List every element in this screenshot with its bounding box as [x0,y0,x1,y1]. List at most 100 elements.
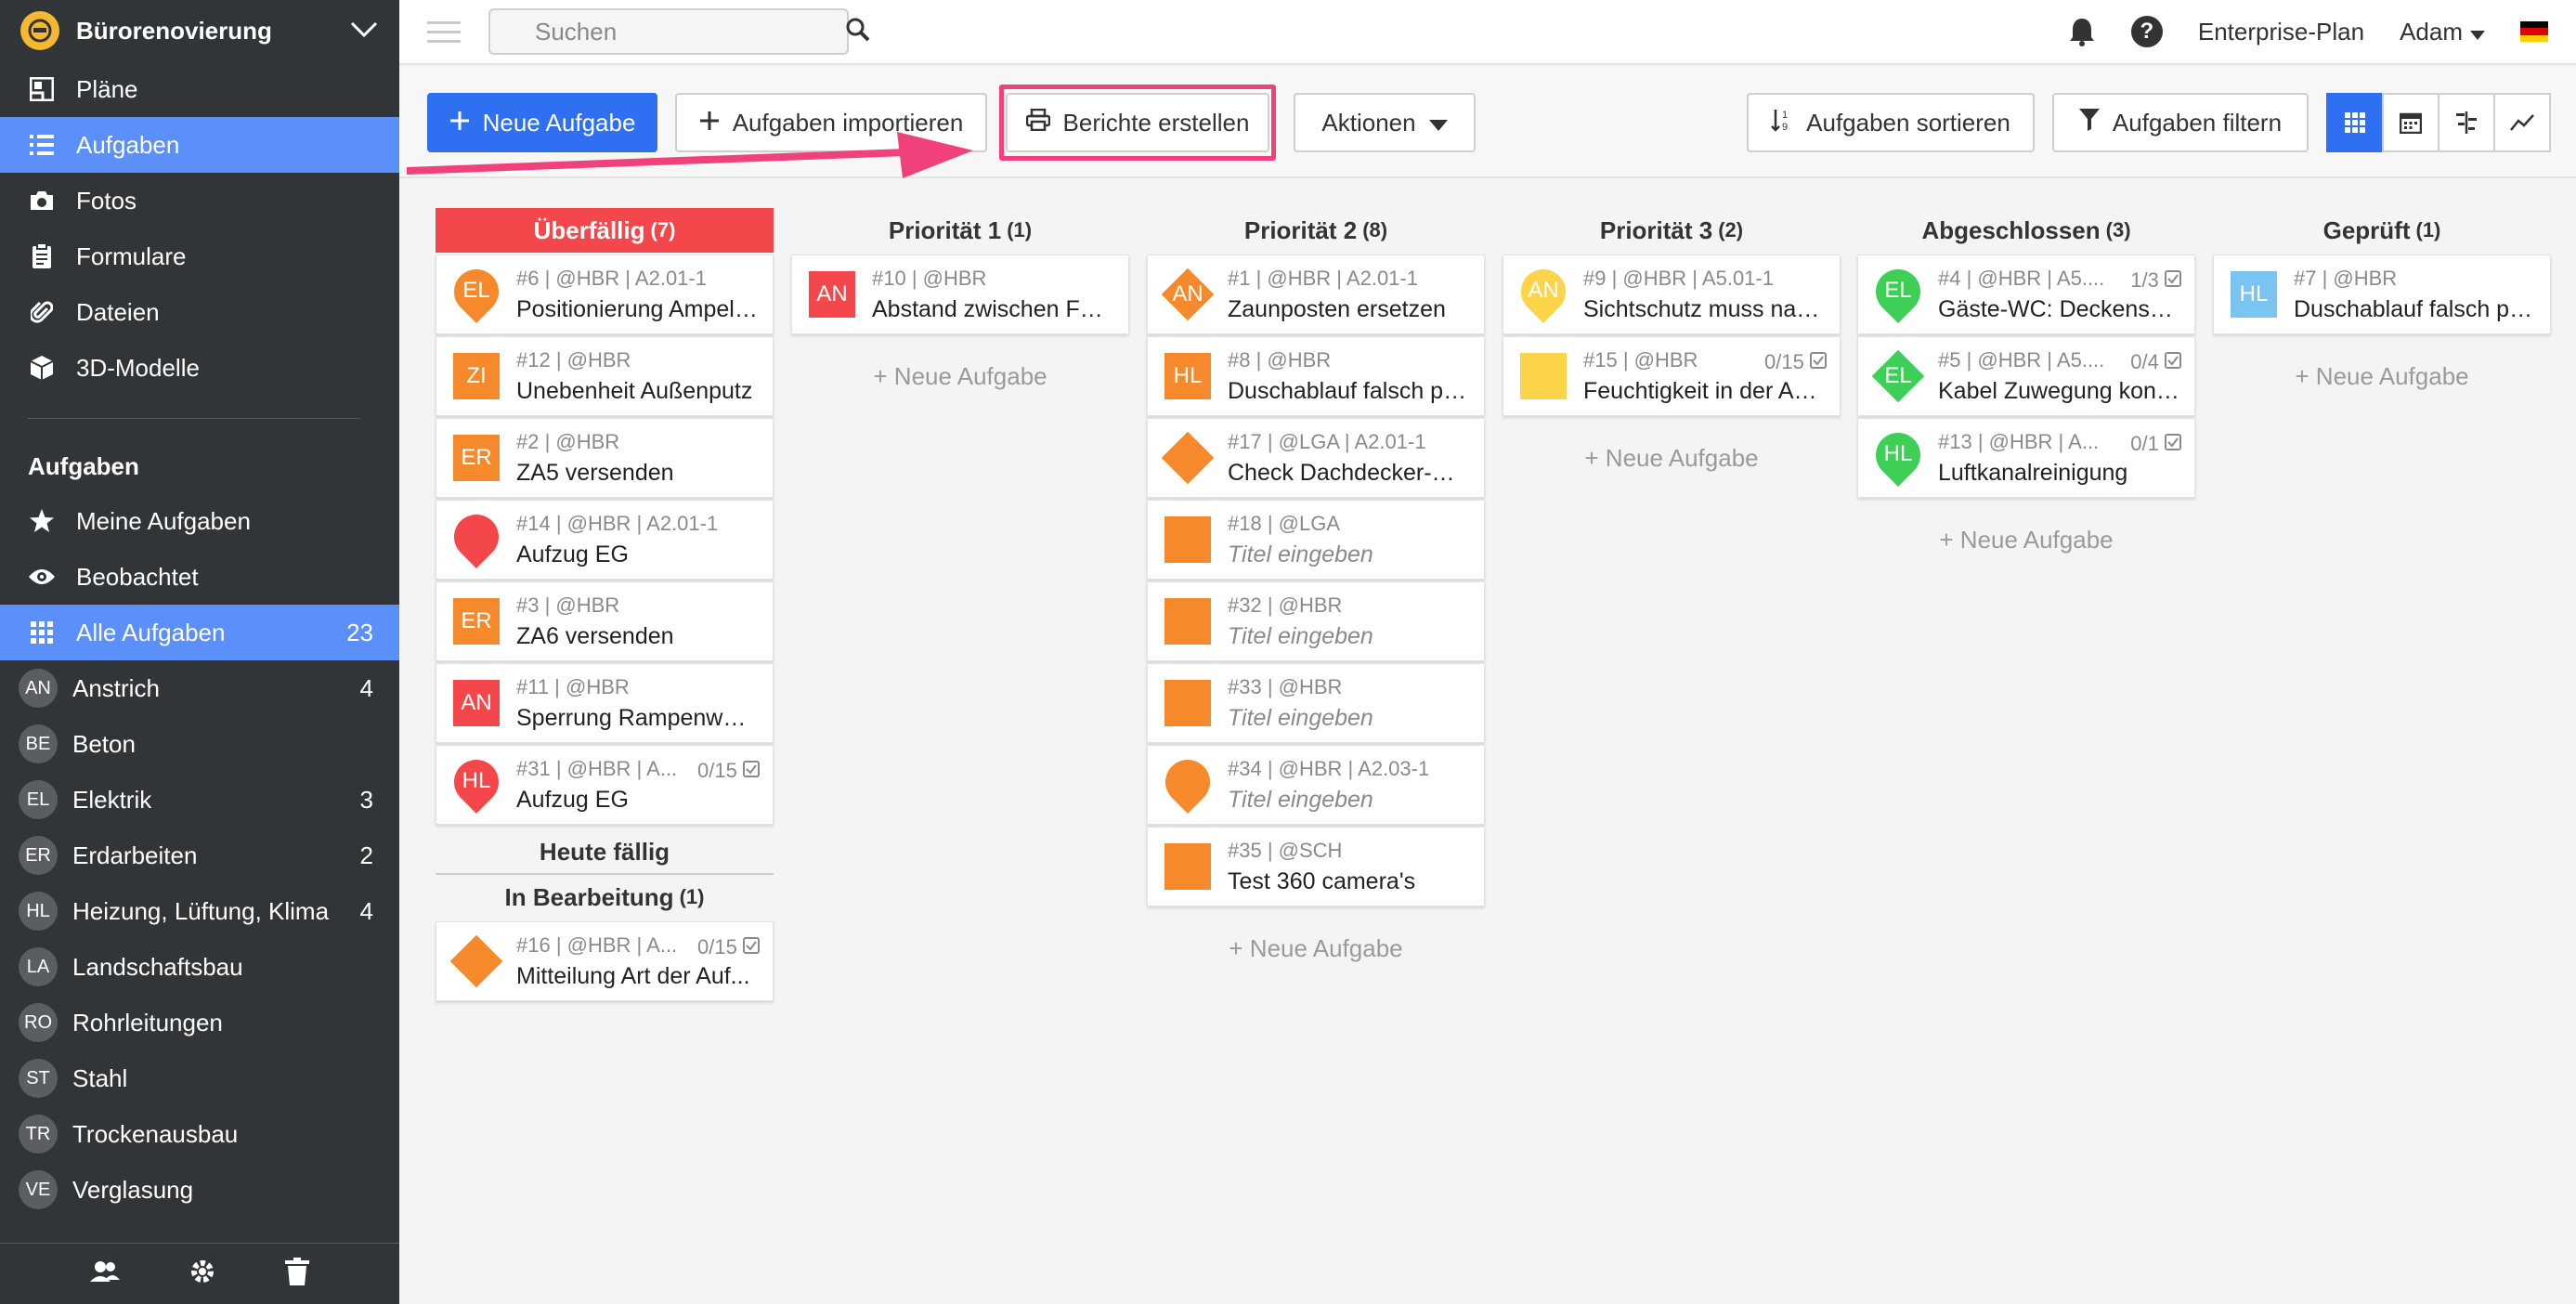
view-switcher [2326,93,2551,152]
sidebar-item-fotos[interactable]: Fotos [0,173,399,228]
task-card[interactable]: AN #1 | @HBR | A2.01-1 Zaunposten ersetzen [1147,254,1485,334]
task-card[interactable]: #17 | @LGA | A2.01-1 Check Dachdecker-Ar.… [1147,418,1485,498]
column-count: (1) [679,885,705,908]
task-card[interactable]: AN #9 | @HBR | A5.01-1 Sichtschutz muss na… [1503,254,1841,334]
task-title: Aufzug EG [516,541,629,567]
sidebar-item-label: Pläne [76,74,138,103]
task-card[interactable]: HL #8 | @HBR Duschablauf falsch pos... [1147,336,1485,416]
add-task-link[interactable]: + Neue Aufgabe [791,362,1129,391]
task-card[interactable]: #14 | @HBR | A2.01-1 Aufzug EG [436,500,774,580]
menu-icon[interactable] [427,15,461,49]
sidebar-item-verglasung[interactable]: VE Verglasung [0,1162,399,1218]
trade-abbr: HL [1173,363,1203,388]
sidebar-item-heizung-luftung-klima[interactable]: HL Heizung, Lüftung, Klima 4 [0,883,399,939]
filter-tasks-button[interactable]: Aufgaben filtern [2052,93,2309,152]
sidebar-item-3d-modelle[interactable]: 3D-Modelle [0,340,399,396]
add-task-link[interactable]: + Neue Aufgabe [1503,444,1841,473]
sidebar-item-anstrich[interactable]: AN Anstrich 4 [0,660,399,716]
sidebar-item-aufgaben[interactable]: Aufgaben [0,117,399,173]
task-card[interactable]: EL #4 | @HBR | A5.... Gäste-WC: Deckenspo.… [1857,254,2195,334]
caret-down-icon [1428,109,1448,137]
gear-icon[interactable] [189,1258,216,1290]
column-title: Priorität 1 [888,215,1002,244]
sidebar-item-beobachtet[interactable]: Beobachtet [0,549,399,605]
users-icon[interactable] [90,1259,120,1288]
bell-icon[interactable] [2068,17,2096,46]
sidebar-footer [0,1243,399,1304]
add-task-link[interactable]: + Neue Aufgabe [1857,526,2195,554]
task-card[interactable]: AN #11 | @HBR Sperrung Rampenwan... [436,663,774,743]
task-title: Titel eingeben [1228,704,1373,731]
task-card[interactable]: ZI #12 | @HBR Unebenheit Außenputz [436,336,774,416]
calendar-view-icon[interactable] [2382,93,2439,152]
sidebar-item-alle-aufgaben[interactable]: Alle Aufgaben 23 [0,605,399,660]
task-card[interactable]: EL #6 | @HBR | A2.01-1 Positionierung Ampe… [436,254,774,334]
task-marker-square-icon [1163,596,1213,646]
language-flag-icon[interactable] [2520,21,2548,42]
plan-link[interactable]: Enterprise-Plan [2198,18,2364,46]
task-marker-pin-icon: EL [445,260,508,323]
sidebar-item-landschaftsbau[interactable]: LA Landschaftsbau [0,939,399,995]
chart-view-icon[interactable] [2493,93,2551,152]
sidebar-item-beton[interactable]: BE Beton [0,716,399,772]
user-menu[interactable]: Adam [2400,18,2485,46]
sidebar-item-rohrleitungen[interactable]: RO Rohrleitungen [0,995,399,1050]
sidebar-item-erdarbeiten[interactable]: ER Erdarbeiten 2 [0,828,399,883]
trade-abbr: HL [462,768,491,793]
sort-tasks-button[interactable]: 19 Aufgaben sortieren [1747,93,2035,152]
task-title: Test 360 camera's [1228,867,1416,894]
sidebar-item-formulare[interactable]: Formulare [0,228,399,284]
sidebar-item-plane[interactable]: Pläne [0,61,399,117]
task-marker-square-icon [1163,841,1213,892]
task-title: Feuchtigkeit in der Auf... [1583,377,1825,404]
sidebar-item-label: Anstrich [72,673,160,702]
sort-tasks-label: Aufgaben sortieren [1806,108,2010,137]
sidebar-item-meine-aufgaben[interactable]: Meine Aufgaben [0,493,399,549]
task-title: Aufzug EG [516,786,629,813]
search-icon[interactable] [846,18,870,46]
task-card[interactable]: #32 | @HBR Titel eingeben [1147,581,1485,661]
task-card[interactable]: #34 | @HBR | A2.03-1 Titel eingeben [1147,745,1485,825]
task-card[interactable]: #35 | @SCH Test 360 camera's [1147,827,1485,906]
column-title: Abgeschlossen [1921,215,2101,244]
task-card[interactable]: HL #31 | @HBR | A... Aufzug EG 0/15 [436,745,774,825]
help-icon[interactable]: ? [2130,16,2163,47]
board-view-icon[interactable] [2326,93,2384,152]
task-marker-pin-icon: HL [445,750,508,814]
trash-icon[interactable] [285,1258,309,1290]
task-marker-diamond-icon: EL [1871,349,1925,403]
task-card[interactable]: #15 | @HBR Feuchtigkeit in der Auf... 0/15 [1503,336,1841,416]
task-marker-pin-icon [445,505,508,568]
add-task-link[interactable]: + Neue Aufgabe [2213,362,2551,391]
sidebar-item-stahl[interactable]: ST Stahl [0,1050,399,1106]
task-card[interactable]: #18 | @LGA Titel eingeben [1147,500,1485,580]
task-meta: #8 | @HBR [1228,347,1332,372]
task-card[interactable]: EL #5 | @HBR | A5.... Kabel Zuwegung kontr… [1857,336,2195,416]
cube-icon [26,355,58,381]
item-count: 4 [359,896,373,925]
column-prioritat-1: Priorität 1 (1) AN #10 | @HBR Abstand zwisch… [791,208,1129,391]
item-count: 2 [359,841,373,869]
task-title: ZA5 versenden [516,459,674,486]
search-input[interactable] [535,17,846,46]
task-card[interactable]: #16 | @HBR | A... Mitteilung Art der Auf.… [436,921,774,1001]
create-reports-button[interactable]: Berichte erstellen [1006,93,1269,152]
actions-dropdown[interactable]: Aktionen [1294,93,1476,152]
project-switcher[interactable]: Bürorenovierung [0,0,399,61]
task-card[interactable]: #33 | @HBR Titel eingeben [1147,663,1485,743]
task-card[interactable]: HL #7 | @HBR Duschablauf falsch pos... [2213,254,2551,334]
column-count: (1) [1007,218,1033,241]
task-meta: #11 | @HBR [516,674,630,698]
grid-icon [26,621,58,644]
sidebar-item-trockenausbau[interactable]: TR Trockenausbau [0,1106,399,1162]
task-card[interactable]: ER #2 | @HBR ZA5 versenden [436,418,774,498]
task-card[interactable]: AN #10 | @HBR Abstand zwischen Fen... [791,254,1129,334]
chevron-down-icon[interactable] [349,15,379,46]
sidebar-item-elektrik[interactable]: EL Elektrik 3 [0,772,399,828]
add-task-link[interactable]: + Neue Aufgabe [1147,934,1485,963]
sidebar-item-dateien[interactable]: Dateien [0,284,399,340]
task-card[interactable]: HL #13 | @HBR | A... Luftkanalreinigung 0/1 [1857,418,2195,498]
gantt-view-icon[interactable] [2438,93,2495,152]
sidebar-item-label: 3D-Modelle [76,353,200,382]
task-card[interactable]: ER #3 | @HBR ZA6 versenden [436,581,774,661]
